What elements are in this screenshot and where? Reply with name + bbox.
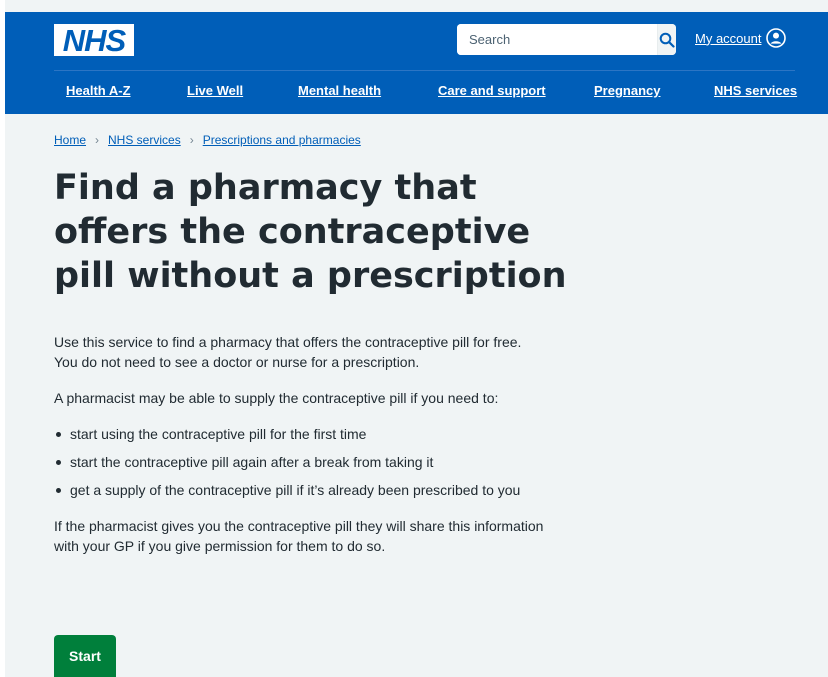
chevron-right-icon: › [95, 133, 100, 147]
intro-paragraph: Use this service to find a pharmacy that… [54, 334, 522, 370]
search-bar [457, 24, 676, 55]
site-header: NHS My account Health A-Z Live Well Ment… [5, 12, 828, 114]
nhs-logo[interactable]: NHS [54, 24, 134, 56]
nav-item-care-and-support[interactable]: Care and support [438, 83, 546, 98]
search-input[interactable] [457, 24, 657, 55]
page-title: Find a pharmacy that offers the contrace… [54, 168, 567, 296]
search-icon [659, 32, 675, 48]
my-account-link[interactable]: My account [695, 28, 787, 48]
chevron-right-icon: › [189, 133, 194, 147]
start-button[interactable]: Start [54, 635, 116, 677]
nav-item-pregnancy[interactable]: Pregnancy [594, 83, 660, 98]
breadcrumb-nhs-services[interactable]: NHS services [108, 133, 181, 147]
nav-item-nhs-services[interactable]: NHS services [714, 83, 797, 98]
nav-item-health-a-z[interactable]: Health A-Z [66, 83, 131, 98]
nhs-logo-text: NHS [62, 22, 126, 58]
primary-nav: Health A-Z Live Well Mental health Care … [5, 81, 828, 105]
my-account-label: My account [695, 30, 762, 46]
nav-item-mental-health[interactable]: Mental health [298, 83, 381, 98]
lead-paragraph: A pharmacist may be able to supply the c… [54, 390, 499, 406]
main-content: Use this service to find a pharmacy that… [54, 332, 544, 572]
list-item: start the contraceptive pill again after… [54, 452, 544, 472]
bullet-list: start using the contraceptive pill for t… [54, 424, 544, 500]
list-item: get a supply of the contraceptive pill i… [54, 480, 544, 500]
user-circle-icon [766, 28, 787, 48]
breadcrumb-prescriptions[interactable]: Prescriptions and pharmacies [203, 133, 361, 147]
closing-paragraph: If the pharmacist gives you the contrace… [54, 518, 544, 554]
nav-item-live-well[interactable]: Live Well [187, 83, 243, 98]
breadcrumb-home[interactable]: Home [54, 133, 86, 147]
header-divider [54, 70, 795, 71]
breadcrumb: Home › NHS services › Prescriptions and … [54, 133, 361, 147]
list-item: start using the contraceptive pill for t… [54, 424, 544, 444]
search-button[interactable] [657, 24, 676, 55]
